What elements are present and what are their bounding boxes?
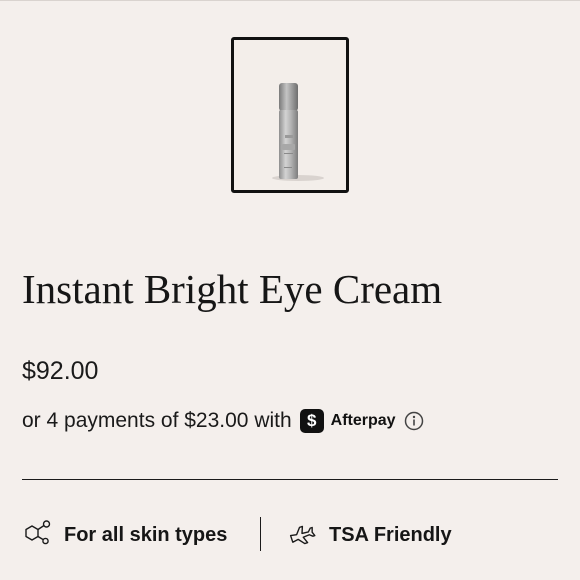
info-icon[interactable]	[404, 411, 424, 431]
feature-separator	[260, 517, 261, 551]
feature-label: For all skin types	[64, 523, 228, 546]
product-thumbnail[interactable]	[231, 37, 349, 193]
afterpay-text: or 4 payments of $23.00 with	[22, 409, 292, 432]
afterpay-installments: or 4 payments of $23.00 with $ Afterpay	[22, 406, 424, 436]
top-divider	[0, 0, 580, 1]
feature-skin-types: For all skin types	[22, 517, 227, 553]
feature-tsa: TSA Friendly	[287, 517, 452, 553]
feature-label: TSA Friendly	[329, 523, 452, 546]
product-title: Instant Bright Eye Cream	[22, 266, 443, 312]
afterpay-brand: Afterpay	[330, 412, 396, 429]
product-image	[272, 83, 324, 181]
molecule-icon	[22, 518, 52, 553]
afterpay-logo-icon: $	[299, 409, 324, 433]
product-price: $92.00	[22, 357, 99, 385]
airplane-icon	[287, 518, 317, 553]
section-divider	[22, 479, 558, 480]
feature-list: For all skin types TSA Friendly	[22, 517, 542, 553]
